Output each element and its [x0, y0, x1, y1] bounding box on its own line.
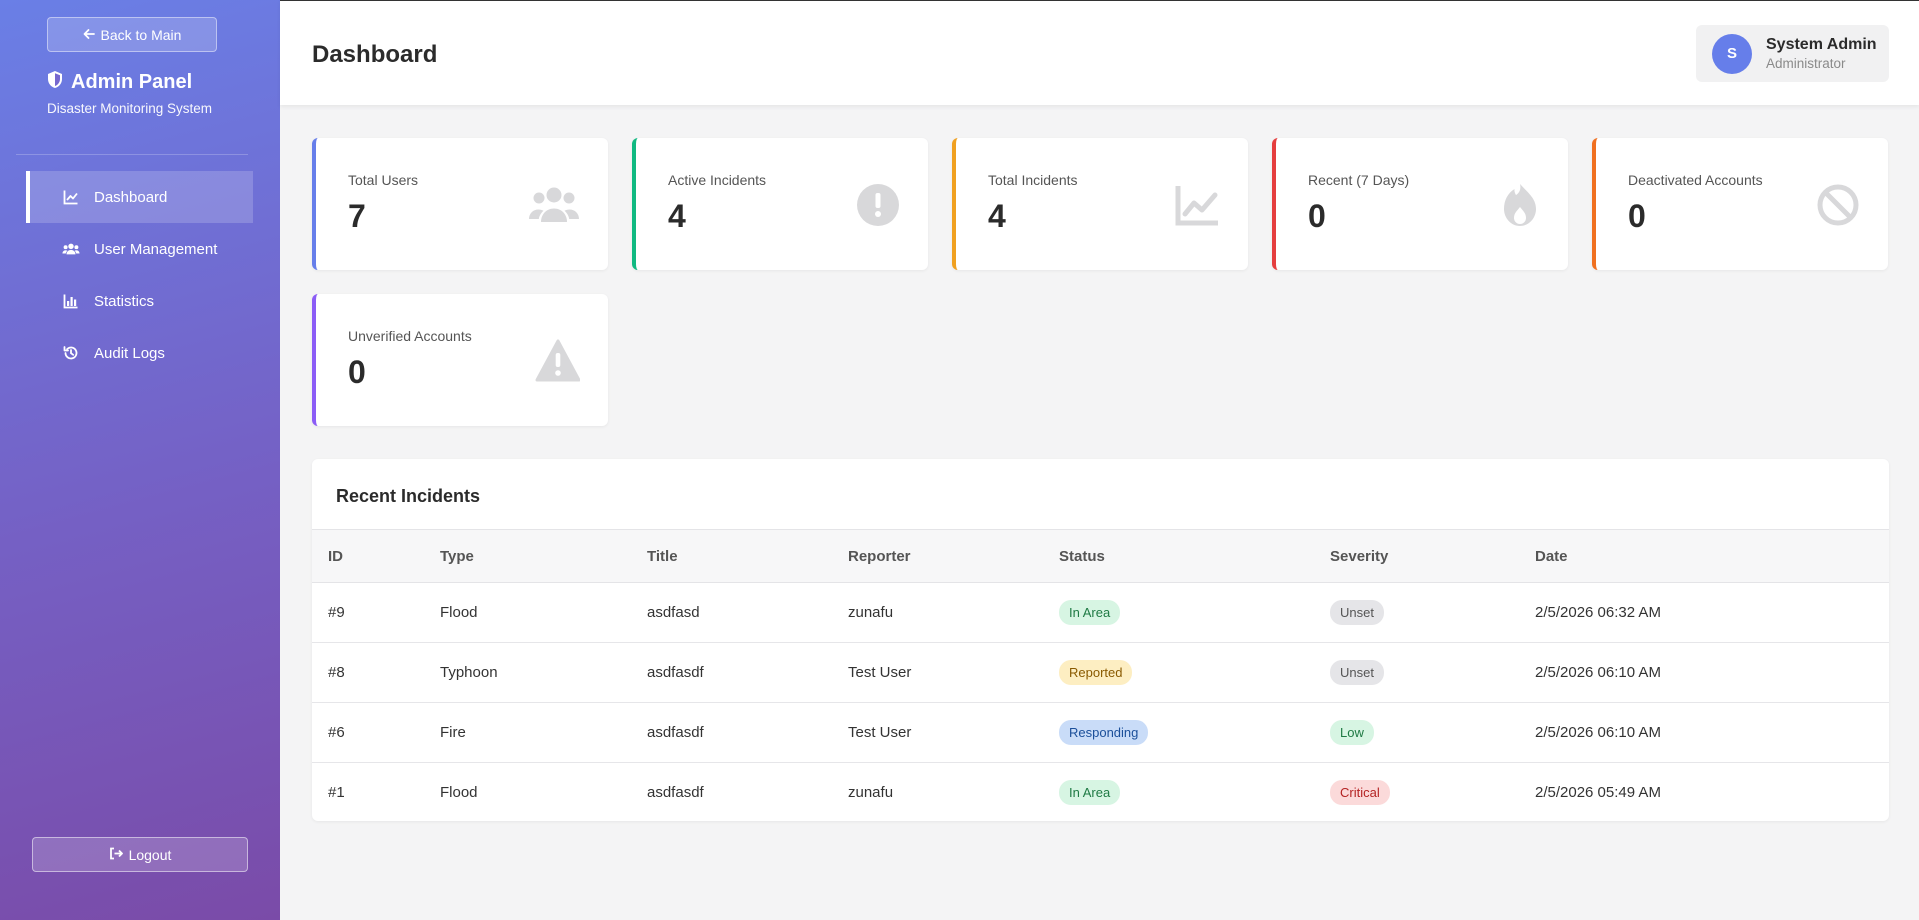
stat-card-recent-7-days: Recent (7 Days) 0 — [1272, 138, 1568, 270]
stat-value: 4 — [668, 198, 686, 234]
arrow-left-icon — [83, 27, 95, 43]
incident-date: 2/5/2026 05:49 AM — [1535, 784, 1661, 802]
sidebar-item-dashboard[interactable]: Dashboard — [26, 171, 253, 223]
sidebar-item-statistics[interactable]: Statistics — [26, 275, 253, 327]
table-row[interactable]: #6 Fire asdfasdf Test User Responding Lo… — [312, 703, 1889, 763]
ban-icon — [1808, 182, 1860, 228]
user-profile[interactable]: S System Admin Administrator — [1696, 25, 1889, 82]
stat-card-deactivated-accounts: Deactivated Accounts 0 — [1592, 138, 1888, 270]
shield-icon — [47, 70, 63, 95]
history-icon — [62, 344, 80, 362]
column-header-date: Date — [1535, 547, 1568, 565]
incident-title: asdfasdf — [647, 664, 704, 681]
column-header-id: ID — [328, 547, 343, 565]
status-badge: In Area — [1059, 600, 1121, 625]
warning-triangle-icon — [528, 338, 581, 384]
stat-card-unverified-accounts: Unverified Accounts 0 — [312, 294, 608, 426]
user-name: System Admin — [1766, 36, 1877, 53]
chart-line-icon — [1168, 182, 1220, 228]
stat-label: Total Incidents — [988, 172, 1078, 188]
status-badge: Responding — [1059, 720, 1149, 745]
logout-label: Logout — [128, 846, 172, 863]
users-icon — [528, 182, 580, 228]
column-header-reporter: Reporter — [848, 547, 911, 565]
back-to-main-button[interactable]: Back to Main — [47, 17, 217, 52]
bar-chart-icon — [62, 292, 80, 310]
severity-badge: Unset — [1330, 600, 1384, 625]
users-icon — [62, 240, 80, 258]
incident-date: 2/5/2026 06:10 AM — [1535, 724, 1661, 741]
incident-title: asdfasdf — [647, 784, 704, 802]
exclamation-circle-icon — [848, 182, 900, 228]
incident-title: asdfasd — [647, 604, 700, 621]
incident-reporter: Test User — [848, 724, 912, 741]
incident-id: #9 — [328, 604, 345, 621]
severity-badge: Low — [1330, 720, 1374, 745]
sidebar-item-audit-logs[interactable]: Audit Logs — [26, 327, 253, 379]
sidebar-item-user-management[interactable]: User Management — [26, 223, 253, 275]
stat-value: 0 — [1308, 198, 1326, 234]
incident-reporter: zunafu — [848, 604, 894, 621]
sidebar-divider — [16, 154, 248, 155]
sign-out-icon — [109, 847, 123, 863]
chart-line-icon — [62, 188, 80, 206]
incident-date: 2/5/2026 06:10 AM — [1535, 664, 1661, 681]
column-header-type: Type — [440, 547, 474, 565]
incident-title: asdfasdf — [647, 724, 704, 741]
incident-date: 2/5/2026 06:32 AM — [1535, 604, 1661, 621]
brand-title: Admin Panel — [71, 71, 193, 93]
incident-id: #1 — [328, 784, 345, 802]
stat-card-total-incidents: Total Incidents 4 — [952, 138, 1248, 270]
page-title: Dashboard — [312, 41, 438, 68]
stat-card-total-users: Total Users 7 — [312, 138, 608, 270]
stat-label: Total Users — [348, 172, 419, 188]
column-header-status: Status — [1059, 547, 1105, 565]
fire-icon — [1488, 182, 1540, 228]
incident-type: Flood — [440, 604, 478, 621]
stat-label: Unverified Accounts — [348, 328, 472, 344]
brand-subtitle: Disaster Monitoring System — [47, 101, 213, 116]
incident-type: Flood — [440, 784, 478, 802]
sidebar: Back to Main Admin Panel Disaster Monito… — [0, 0, 280, 920]
sidebar-item-label: User Management — [94, 240, 218, 258]
brand: Admin Panel Disaster Monitoring System — [47, 70, 212, 116]
sidebar-item-label: Dashboard — [94, 188, 168, 206]
stat-card-active-incidents: Active Incidents 4 — [632, 138, 928, 270]
incident-reporter: Test User — [848, 664, 912, 681]
table-row[interactable]: #1 Flood asdfasdf zunafu In Area Critica… — [312, 763, 1889, 822]
table-row[interactable]: #8 Typhoon asdfasdf Test User Reported U… — [312, 643, 1889, 703]
back-to-main-label: Back to Main — [100, 26, 182, 43]
stat-value: 4 — [988, 198, 1006, 234]
panel-title: Recent Incidents — [336, 486, 481, 506]
severity-badge: Unset — [1330, 660, 1384, 685]
top-header: Dashboard S System Admin Administrator — [280, 0, 1919, 105]
stat-value: 0 — [1628, 198, 1646, 234]
column-header-severity: Severity — [1330, 547, 1389, 565]
stat-label: Deactivated Accounts — [1628, 172, 1763, 188]
status-badge: In Area — [1059, 780, 1121, 806]
table-row[interactable]: #9 Flood asdfasd zunafu In Area Unset 2/… — [312, 583, 1889, 643]
recent-incidents-panel: Recent Incidents ID Type Title Reporter … — [312, 459, 1889, 821]
incidents-table: ID Type Title Reporter Status Severity D… — [312, 529, 1889, 821]
status-badge: Reported — [1059, 660, 1133, 685]
incident-type: Fire — [440, 724, 466, 741]
incident-id: #6 — [328, 724, 345, 741]
avatar: S — [1712, 33, 1752, 74]
sidebar-item-label: Audit Logs — [94, 344, 165, 362]
sidebar-nav: Dashboard User Management Statistics Aud… — [26, 171, 253, 379]
stat-value: 7 — [348, 198, 366, 234]
column-header-title: Title — [647, 547, 678, 565]
user-role: Administrator — [1766, 56, 1846, 71]
incident-id: #8 — [328, 664, 345, 681]
stat-label: Recent (7 Days) — [1308, 172, 1410, 188]
sidebar-item-label: Statistics — [94, 292, 155, 310]
stat-label: Active Incidents — [668, 172, 767, 188]
logout-button[interactable]: Logout — [32, 837, 248, 872]
table-header-row: ID Type Title Reporter Status Severity D… — [312, 529, 1889, 583]
stat-value: 0 — [348, 354, 366, 390]
incident-type: Typhoon — [440, 664, 498, 681]
severity-badge: Critical — [1330, 780, 1390, 806]
incident-reporter: zunafu — [848, 784, 894, 802]
